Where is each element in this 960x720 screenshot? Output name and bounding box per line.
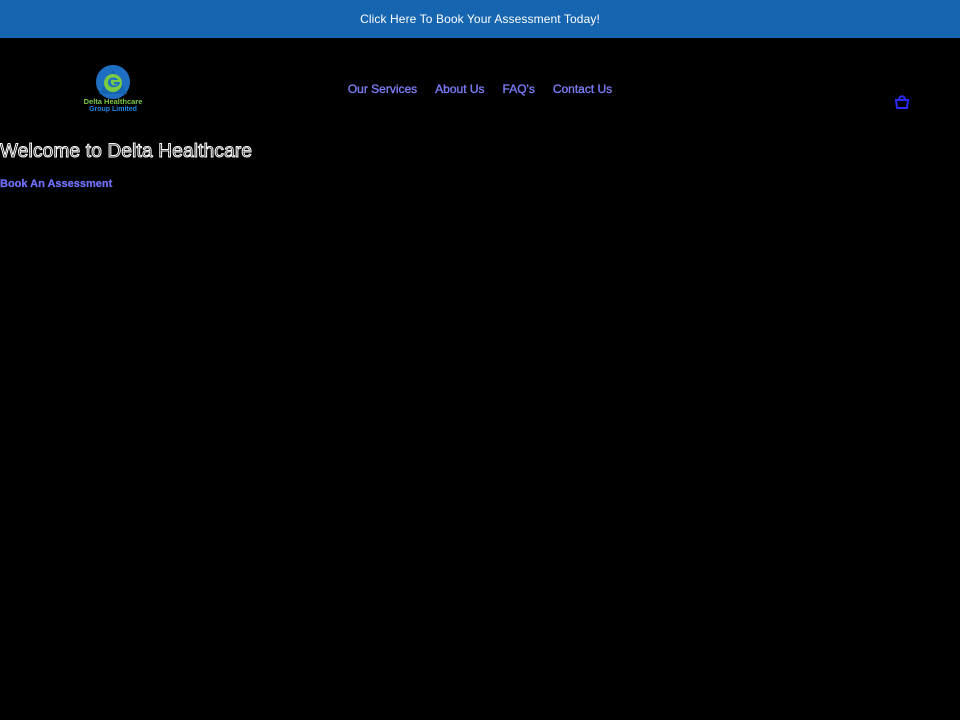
logo-text-line-2: Group Limited — [89, 106, 137, 113]
logo-text-line-1: Delta Healthcare — [83, 97, 143, 106]
announcement-bar-link[interactable]: Click Here To Book Your Assessment Today… — [0, 0, 960, 38]
nav-about-us[interactable]: About Us — [435, 82, 485, 96]
nav-contact-us[interactable]: Contact Us — [553, 82, 613, 96]
nav-faqs[interactable]: FAQ's — [502, 82, 535, 96]
announcement-text: Click Here To Book Your Assessment Today… — [360, 12, 600, 26]
site-header: Delta Healthcare Group Limited Our Servi… — [0, 38, 960, 138]
main-nav: Our Services About Us FAQ's Contact Us — [0, 82, 960, 96]
book-assessment-link[interactable]: Book An Assessment — [0, 178, 112, 190]
hero-title: Welcome to Delta Healthcare — [0, 141, 253, 163]
shopping-bag-icon — [894, 95, 910, 109]
nav-our-services[interactable]: Our Services — [348, 82, 418, 96]
